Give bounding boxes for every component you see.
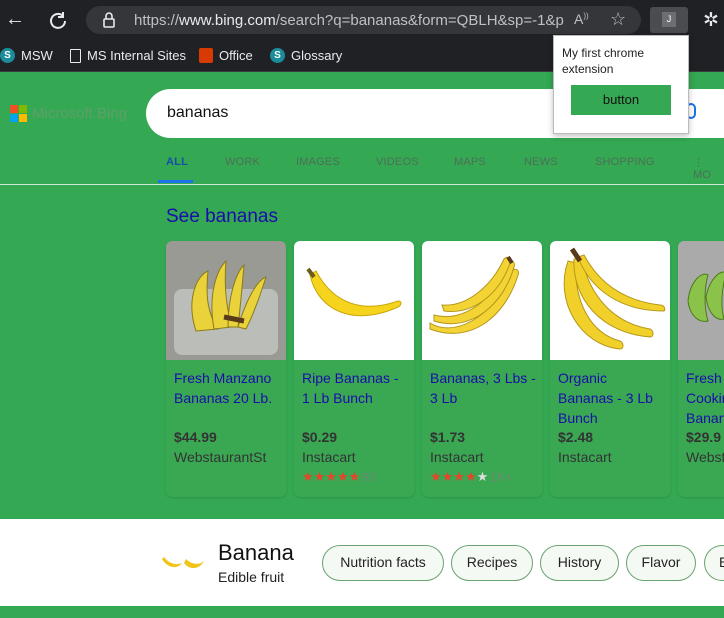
extension-popup: My first chrome extension button bbox=[553, 35, 689, 134]
read-aloud-icon[interactable]: A)) bbox=[574, 11, 589, 27]
back-arrow-icon[interactable]: ← bbox=[5, 9, 25, 29]
bookmark-label: MS Internal Sites bbox=[87, 48, 186, 63]
tab-more-label: MO bbox=[693, 169, 712, 181]
tab-all[interactable]: ALL bbox=[166, 156, 188, 168]
tab-videos[interactable]: VIDEOS bbox=[376, 156, 419, 168]
product-card[interactable]: Organic Bananas - 3 Lb Bunch $2.48 Insta… bbox=[550, 241, 670, 497]
product-image bbox=[678, 241, 724, 360]
nav-divider bbox=[0, 184, 724, 185]
sharepoint-icon: S bbox=[0, 48, 15, 63]
product-image bbox=[294, 241, 414, 360]
bookmark-label: Office bbox=[219, 48, 253, 63]
bing-logo[interactable]: Microsoft Bing bbox=[10, 105, 127, 122]
product-store: WebstaurantSt bbox=[174, 449, 267, 465]
chip-recipes[interactable]: Recipes bbox=[451, 545, 533, 581]
extension-button[interactable]: J bbox=[650, 7, 688, 33]
star-empty-icon: ★ bbox=[476, 469, 489, 484]
bookmark-msw[interactable]: S MSW bbox=[0, 48, 53, 63]
search-input[interactable]: bananas bbox=[167, 104, 228, 122]
microsoft-logo-icon bbox=[10, 105, 27, 122]
product-store: Instacart bbox=[302, 449, 356, 465]
popup-text: My first chrome extension bbox=[562, 46, 645, 76]
tab-more[interactable]: ⋮ MO bbox=[693, 156, 724, 181]
bookmark-glossary[interactable]: S Glossary bbox=[270, 48, 342, 63]
review-count: 1K+ bbox=[490, 470, 512, 484]
product-card[interactable]: Fresh Manzano Bananas 20 Lb. $44.99 Webs… bbox=[166, 241, 286, 497]
banana-thumbnail[interactable] bbox=[160, 553, 206, 573]
bookmark-ms-internal-sites[interactable]: MS Internal Sites bbox=[70, 48, 186, 63]
office-icon bbox=[199, 48, 213, 63]
tab-images[interactable]: IMAGES bbox=[296, 156, 340, 168]
product-card[interactable]: Bananas, 3 Lbs - 3 Lb $1.73 Instacart ★★… bbox=[422, 241, 542, 497]
product-store: Webst bbox=[686, 449, 724, 465]
bookmark-label: Glossary bbox=[291, 48, 343, 63]
extension-badge: J bbox=[662, 12, 676, 27]
entity-panel: Banana Edible fruit Nutrition facts Reci… bbox=[0, 519, 724, 606]
product-name[interactable]: Fresh Manzano Bananas 20 Lb. bbox=[174, 368, 282, 408]
tab-news[interactable]: NEWS bbox=[524, 156, 558, 168]
address-bar[interactable]: https://www.bing.com/search?q=bananas&fo… bbox=[86, 6, 641, 34]
more-dots-icon: ⋮ bbox=[693, 157, 705, 169]
tab-shopping[interactable]: SHOPPING bbox=[595, 156, 655, 168]
star-rating-icon: ★★★★ bbox=[430, 469, 477, 484]
chip-flavor[interactable]: Flavor bbox=[626, 545, 696, 581]
product-price: $2.48 bbox=[558, 429, 594, 445]
star-rating-icon: ★★★★★ bbox=[302, 469, 361, 484]
section-title[interactable]: See bananas bbox=[166, 206, 278, 228]
rating-stars: ★★★★★ 1K+ bbox=[430, 469, 512, 485]
browser-toolbar: ← https://www.bing.com/search?q=bananas&… bbox=[0, 0, 724, 40]
tab-work[interactable]: WORK bbox=[225, 156, 260, 168]
url-text[interactable]: https://www.bing.com/search?q=bananas&fo… bbox=[134, 12, 564, 29]
product-price: $0.29 bbox=[302, 429, 338, 445]
tab-maps[interactable]: MAPS bbox=[454, 156, 486, 168]
chip-history[interactable]: History bbox=[540, 545, 619, 581]
refresh-icon[interactable] bbox=[48, 10, 68, 30]
product-store: Instacart bbox=[430, 449, 484, 465]
favorites-add-icon[interactable]: ☆ bbox=[610, 9, 626, 30]
extensions-puzzle-icon[interactable]: ✲ bbox=[703, 9, 719, 32]
product-store: Instacart bbox=[558, 449, 612, 465]
product-image bbox=[166, 241, 286, 360]
product-name[interactable]: Organic Bananas - 3 Lb Bunch bbox=[558, 368, 666, 428]
lock-icon bbox=[102, 12, 116, 28]
bookmark-label: MSW bbox=[21, 48, 53, 63]
chip-nutrition-facts[interactable]: Nutrition facts bbox=[322, 545, 444, 581]
product-name[interactable]: Bananas, 3 Lbs - 3 Lb bbox=[430, 368, 538, 408]
chip-more[interactable]: E bbox=[704, 545, 724, 581]
product-card[interactable]: Fresh Cooking Banan $29.9 Webst bbox=[678, 241, 724, 497]
entity-subtitle: Edible fruit bbox=[218, 569, 285, 585]
document-icon bbox=[70, 48, 81, 63]
product-price: $1.73 bbox=[430, 429, 466, 445]
review-count: 93 bbox=[362, 470, 376, 484]
product-price: $44.99 bbox=[174, 429, 217, 445]
sharepoint-icon: S bbox=[270, 48, 285, 63]
product-image bbox=[550, 241, 670, 360]
product-image bbox=[422, 241, 542, 360]
entity-title[interactable]: Banana bbox=[218, 540, 294, 566]
logo-text: Microsoft Bing bbox=[32, 105, 128, 122]
bookmark-office[interactable]: Office bbox=[199, 48, 253, 63]
product-card[interactable]: Ripe Bananas - 1 Lb Bunch $0.29 Instacar… bbox=[294, 241, 414, 497]
rating-stars: ★★★★★ 93 bbox=[302, 469, 376, 485]
product-name[interactable]: Ripe Bananas - 1 Lb Bunch bbox=[302, 368, 410, 408]
active-tab-indicator bbox=[158, 180, 193, 183]
product-price: $29.9 bbox=[686, 429, 722, 445]
popup-button[interactable]: button bbox=[571, 85, 671, 115]
product-name[interactable]: Fresh Cooking Banan bbox=[686, 368, 724, 428]
